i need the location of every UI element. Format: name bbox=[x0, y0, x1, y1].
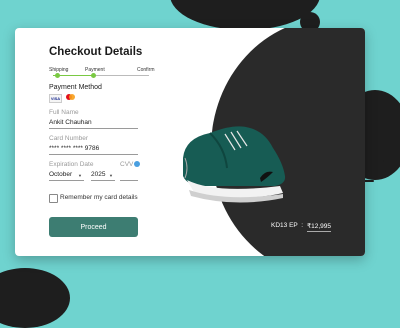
product-code: KD13 EP : bbox=[271, 222, 304, 229]
visa-icon[interactable]: VISA bbox=[49, 94, 62, 103]
shoe-image bbox=[183, 126, 286, 203]
speed-line bbox=[368, 170, 386, 172]
step-dot-shipping bbox=[55, 73, 60, 78]
mastercard-icon[interactable] bbox=[65, 94, 76, 101]
chevron-down-icon[interactable]: ▼ bbox=[109, 173, 113, 178]
cvv-field[interactable] bbox=[120, 171, 138, 179]
step-dot-payment bbox=[91, 73, 96, 78]
full-name-field[interactable]: Ankit Chauhan bbox=[49, 119, 92, 126]
remember-checkbox[interactable] bbox=[49, 194, 58, 203]
step-confirm[interactable]: Confirm bbox=[137, 67, 155, 73]
payment-method-label: Payment Method bbox=[49, 84, 102, 91]
year-underline bbox=[91, 180, 115, 181]
card-number-field[interactable]: **** **** **** 9786 bbox=[49, 145, 99, 152]
remember-label: Remember my card details bbox=[60, 194, 138, 201]
payment-icons: VISA bbox=[49, 94, 76, 103]
card-number-label: Card Number bbox=[49, 135, 89, 142]
step-payment[interactable]: Payment bbox=[85, 67, 105, 73]
page-title: Checkout Details bbox=[49, 46, 143, 58]
product-price: ₹12,995 bbox=[307, 223, 332, 232]
expiration-year-select[interactable]: 2025 bbox=[91, 171, 105, 178]
cvv-label: CVV bbox=[120, 161, 134, 168]
checkout-card: Checkout Details Shipping Payment Confir… bbox=[15, 28, 365, 256]
card-number-underline bbox=[49, 154, 138, 155]
speed-line bbox=[362, 160, 384, 162]
expiration-month-select[interactable]: October bbox=[49, 171, 72, 178]
cvv-underline bbox=[120, 180, 138, 181]
step-shipping[interactable]: Shipping bbox=[49, 67, 68, 73]
progress-steps: Shipping Payment Confirm bbox=[49, 67, 155, 83]
proceed-button[interactable]: Proceed bbox=[49, 217, 138, 237]
background-blob-top bbox=[170, 0, 320, 30]
full-name-underline bbox=[49, 128, 138, 129]
info-icon[interactable] bbox=[134, 161, 140, 167]
full-name-label: Full Name bbox=[49, 109, 79, 116]
background-blob-bottom bbox=[0, 268, 70, 328]
expiration-label: Expiration Date bbox=[49, 161, 94, 168]
month-underline bbox=[49, 180, 84, 181]
chevron-down-icon[interactable]: ▼ bbox=[78, 173, 82, 178]
